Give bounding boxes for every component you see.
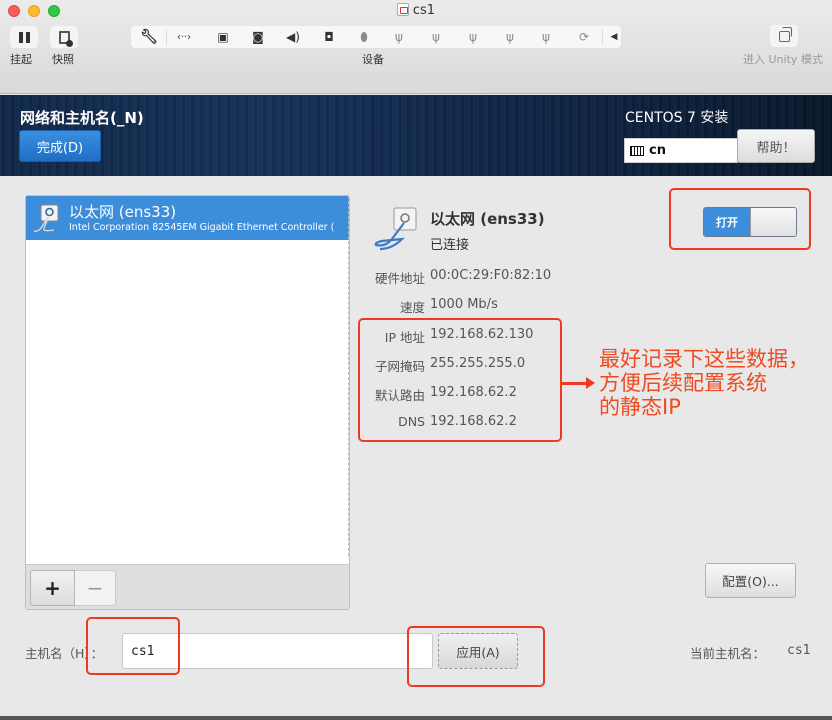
current-hostname-label: 当前主机名：	[690, 646, 766, 661]
unity-mode-label: 进入 Unity 模式	[743, 53, 823, 66]
pause-icon	[18, 31, 30, 43]
annotation-line: 最好记录下这些数据，	[599, 347, 809, 371]
page-title: 网络和主机名(_N)	[20, 109, 144, 127]
unity-mode-button[interactable]	[770, 25, 798, 47]
annotation-box-toggle	[669, 188, 811, 250]
annotation-box-hostname	[86, 617, 180, 675]
done-button[interactable]: 完成(D)	[19, 130, 101, 162]
speaker-icon[interactable]: ◀)	[284, 29, 302, 45]
annotation-box-network-info	[358, 318, 562, 442]
annotation-note: 最好记录下这些数据， 方便后续配置系统 的静态IP	[599, 347, 809, 419]
window-title: cs1	[0, 3, 832, 18]
hardware-address-value: 00:0C:29:F0:82:10	[430, 268, 552, 283]
usb-icon[interactable]: ψ	[501, 29, 519, 45]
snapshot-label: 快照	[52, 53, 74, 66]
wrench-icon[interactable]: 🔧︎	[140, 29, 158, 45]
collapse-arrow-icon[interactable]: ◀	[605, 29, 623, 45]
list-item[interactable]: 以太网 (ens33) Intel Corporation 82545EM Gi…	[26, 196, 349, 240]
network-arrows-icon[interactable]: ‹··›	[175, 29, 193, 45]
snapshot-button[interactable]	[50, 26, 78, 48]
keyboard-layout-value: cn	[649, 143, 666, 158]
hardware-address-label: 硬件地址	[374, 271, 425, 286]
window-bottom-border	[0, 716, 832, 720]
speed-value: 1000 Mb/s	[430, 297, 498, 312]
remove-device-button[interactable]: −	[75, 570, 116, 606]
network-device-list: 以太网 (ens33) Intel Corporation 82545EM Gi…	[25, 195, 350, 610]
ethernet-icon	[33, 204, 59, 232]
sync-icon[interactable]: ⟳	[575, 29, 593, 45]
usb-icon[interactable]: ψ	[464, 29, 482, 45]
configure-button[interactable]: 配置(O)...	[705, 563, 796, 598]
annotation-line: 的静态IP	[599, 395, 681, 419]
devices-label: 设备	[362, 53, 384, 66]
device-toolbar: 🔧︎ ‹··› ▣ ◙ ◀) ◘ ⬮ ψ ψ ψ ψ ψ ⟳ ◀	[131, 26, 621, 48]
hard-disk-icon[interactable]: ▣	[214, 29, 232, 45]
unity-icon	[778, 26, 792, 42]
divider	[602, 29, 603, 45]
product-title: CENTOS 7 安装	[625, 110, 729, 126]
device-description: Intel Corporation 82545EM Gigabit Ethern…	[69, 222, 335, 233]
usb-icon[interactable]: ψ	[427, 29, 445, 45]
keyboard-icon	[630, 145, 644, 156]
suspend-button[interactable]	[10, 26, 38, 48]
suspend-label: 挂起	[10, 53, 32, 66]
optical-drive-icon[interactable]: ◙	[249, 29, 267, 45]
mouse-icon[interactable]: ⬮	[355, 29, 373, 45]
camera-icon[interactable]: ◘	[320, 29, 338, 45]
divider	[166, 29, 167, 45]
ethernet-icon	[374, 207, 417, 251]
list-toolbar: + −	[26, 564, 349, 609]
annotation-line: 方便后续配置系统	[599, 371, 767, 395]
add-device-button[interactable]: +	[30, 570, 75, 606]
keyboard-layout-indicator[interactable]: cn	[624, 138, 738, 163]
installer-header: 网络和主机名(_N) CENTOS 7 安装	[0, 95, 832, 176]
usb-icon[interactable]: ψ	[537, 29, 555, 45]
speed-label: 速度	[399, 300, 425, 315]
vm-icon	[396, 3, 409, 16]
snapshot-icon	[58, 30, 73, 47]
list-scrollbar[interactable]	[347, 196, 349, 556]
annotation-arrow	[562, 377, 595, 388]
device-name: 以太网 (ens33)	[430, 210, 545, 228]
current-hostname-value: cs1	[787, 643, 811, 658]
annotation-box-apply	[407, 626, 545, 687]
device-name: 以太网 (ens33)	[69, 203, 177, 221]
window-title-text: cs1	[412, 3, 436, 18]
usb-icon[interactable]: ψ	[390, 29, 408, 45]
connection-status: 已连接	[430, 238, 470, 253]
vm-window-toolbar: cs1 挂起 快照 🔧︎ ‹··› ▣ ◙ ◀) ◘ ⬮ ψ ψ ψ ψ ψ ⟳…	[0, 0, 832, 94]
help-button[interactable]: 帮助！	[737, 129, 815, 163]
